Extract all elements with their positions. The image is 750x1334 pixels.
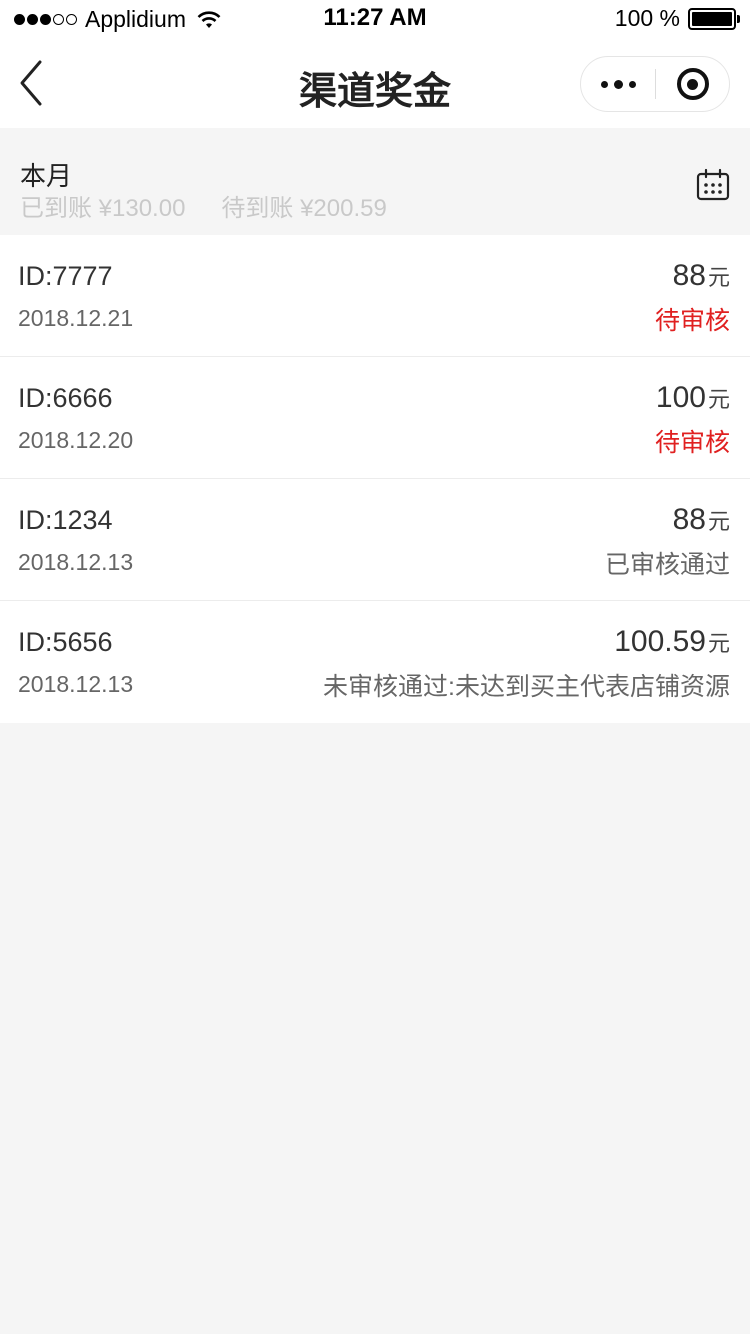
battery-icon <box>688 7 740 30</box>
record-amount: 100 元 <box>656 381 730 415</box>
list-item[interactable]: ID:7777 2018.12.21 88 元 待审核 <box>0 235 750 357</box>
record-date: 2018.12.13 <box>18 671 134 697</box>
amount-value: 100 <box>655 381 706 414</box>
amount-unit: 元 <box>707 265 730 290</box>
record-status: 已审核通过 <box>604 551 730 579</box>
record-amount: 88 元 <box>673 259 730 293</box>
record-status: 待审核 <box>654 429 730 457</box>
amount-unit: 元 <box>707 387 730 412</box>
record-date: 2018.12.13 <box>18 549 134 575</box>
record-date: 2018.12.21 <box>18 305 134 331</box>
month-summary: 本月 已到账 ¥130.00 待到账 ¥200.59 <box>0 128 750 235</box>
record-date: 2018.12.20 <box>18 427 134 453</box>
arrived-amount: 已到账 ¥130.00 <box>20 195 186 222</box>
summary-amounts: 已到账 ¥130.00 待到账 ¥200.59 <box>20 188 423 223</box>
record-status: 待审核 <box>654 307 730 335</box>
amount-value: 100.59 <box>614 625 706 658</box>
list-item[interactable]: ID:6666 2018.12.20 100 元 待审核 <box>0 357 750 479</box>
amount-value: 88 <box>672 259 706 292</box>
record-id: ID:5656 <box>18 627 113 657</box>
record-id: ID:7777 <box>18 261 113 291</box>
more-button[interactable] <box>581 57 655 111</box>
record-id: ID:6666 <box>18 383 113 413</box>
close-mini-program-button[interactable] <box>656 57 729 111</box>
mini-program-capsule <box>580 56 730 112</box>
status-right: 100 % <box>614 5 740 32</box>
pending-amount: 待到账 ¥200.59 <box>221 195 387 222</box>
list-item[interactable]: ID:1234 2018.12.13 88 元 已审核通过 <box>0 479 750 601</box>
record-amount: 88 元 <box>673 503 730 537</box>
target-icon <box>676 68 709 100</box>
amount-value: 88 <box>672 503 706 536</box>
calendar-button[interactable] <box>696 168 730 202</box>
record-status: 未审核通过:未达到买主代表店铺资源 <box>323 673 730 701</box>
nav-bar: 渠道奖金 <box>0 38 750 128</box>
record-amount: 100.59 元 <box>614 625 730 659</box>
status-bar: Applidium 11:27 AM 100 % <box>0 0 750 38</box>
bonus-record-list: ID:7777 2018.12.21 88 元 待审核 ID:6666 2018.… <box>0 235 750 723</box>
amount-unit: 元 <box>707 509 730 534</box>
battery-percent: 100 % <box>614 5 680 31</box>
more-icon <box>600 80 608 88</box>
record-id: ID:1234 <box>18 505 113 535</box>
amount-unit: 元 <box>707 631 730 656</box>
list-item[interactable]: ID:5656 2018.12.13 100.59 元 未审核通过:未达到买主代表… <box>0 601 750 723</box>
calendar-icon <box>696 168 730 201</box>
